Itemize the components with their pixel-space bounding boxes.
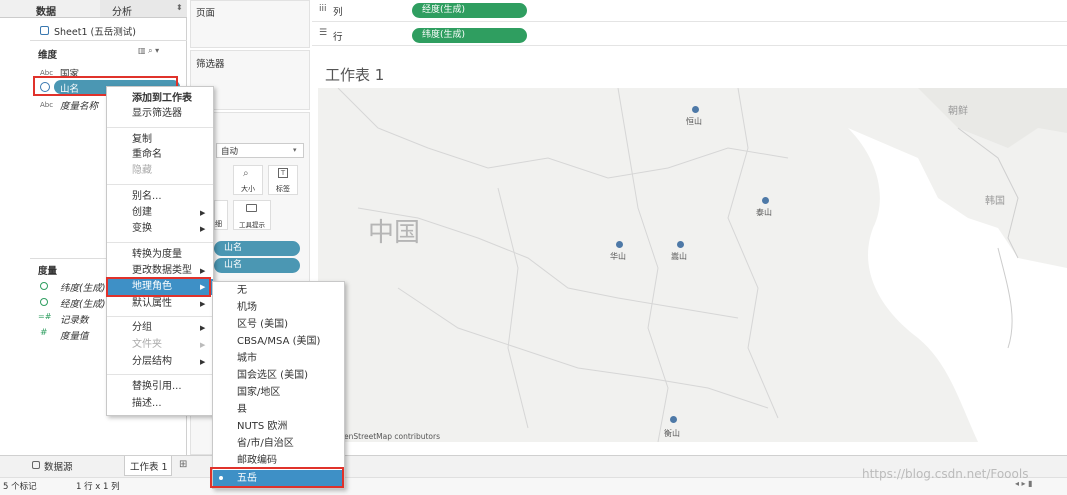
chevron-down-icon: ▾ [293, 146, 297, 154]
chevron-right-icon: ▶ [200, 341, 206, 349]
rows-pill-latitude[interactable]: 纬度(生成) [412, 28, 527, 43]
divider [30, 40, 187, 41]
map-marker-hengshan-north[interactable] [692, 106, 699, 113]
measure-field-latitude[interactable]: 纬度(生成) [60, 280, 105, 294]
dimension-field-measure-names[interactable]: 度量名称 [60, 98, 98, 112]
geo-role-nuts[interactable]: NUTS 欧洲 [213, 419, 344, 435]
size-icon: ⌕ [243, 168, 249, 179]
detail-pill-mountain-1[interactable]: 山名 [214, 241, 300, 256]
columns-label: 列 [333, 7, 343, 18]
highlight-box-geo-role [106, 277, 211, 297]
menu-item-create[interactable]: 创建 [107, 205, 213, 221]
menu-item-duplicate[interactable]: 复制 [107, 132, 213, 148]
watermark: https://blog.csdn.net/Foools [862, 467, 1029, 481]
dimensions-header: 维度 [38, 50, 58, 61]
datasource-tab[interactable]: 数据源 [44, 459, 73, 473]
abc-type-icon: Abc [40, 101, 54, 109]
geo-role-none[interactable]: 无 [213, 283, 344, 299]
geo-role-cbsa[interactable]: CBSA/MSA (美国) [213, 334, 344, 350]
country-label-south-korea: 韩国 [985, 196, 1005, 207]
country-label-north-korea: 朝鲜 [948, 106, 968, 117]
menu-separator [107, 316, 213, 317]
chevron-right-icon: ▶ [200, 209, 206, 217]
map-marker-huashan[interactable] [616, 241, 623, 248]
menu-separator [107, 184, 213, 185]
analytics-tab[interactable]: 分析 [100, 0, 187, 18]
menu-item-group[interactable]: 分组 [107, 320, 213, 336]
highlight-box-selected [210, 467, 344, 488]
map-view[interactable] [318, 88, 1067, 442]
detail-button[interactable]: 细 [214, 200, 228, 230]
map-marker-songshan[interactable] [677, 241, 684, 248]
measure-field-longitude[interactable]: 经度(生成) [60, 296, 105, 310]
map-background [318, 88, 1067, 442]
menu-item-transform[interactable]: 变换 [107, 221, 213, 237]
menu-separator [107, 127, 213, 128]
geo-role-city[interactable]: 城市 [213, 351, 344, 367]
geo-role-congressional-district[interactable]: 国会选区 (美国) [213, 368, 344, 384]
map-label: 嵩山 [671, 252, 687, 261]
pager-controls[interactable]: ◂ ▸ ▮ [1015, 479, 1033, 488]
columns-icon: iii [319, 4, 327, 14]
country-label-china: 中国 [368, 218, 421, 248]
dimensions-toolbar-icons[interactable]: ▥ ⌕ ▾ [138, 46, 159, 56]
menu-separator [107, 374, 213, 375]
menu-item-default-properties[interactable]: 默认属性 [107, 296, 213, 312]
chevron-right-icon: ▶ [200, 225, 206, 233]
data-source-name[interactable]: Sheet1 (五岳测试) [54, 24, 136, 38]
rows-label: 行 [333, 32, 343, 43]
geo-role-state[interactable]: 省/市/自治区 [213, 436, 344, 452]
map-marker-hengshan-south[interactable] [670, 416, 677, 423]
pane-menu-icon[interactable]: ⬍ [176, 3, 183, 12]
detail-pill-mountain-2[interactable]: 山名 [214, 258, 300, 273]
menu-item-add-to-sheet[interactable]: 添加到工作表 [107, 91, 213, 107]
new-sheet-icon[interactable]: ⊞ [179, 459, 187, 470]
menu-item-aliases[interactable]: 别名... [107, 189, 213, 205]
filters-label: 筛选器 [196, 59, 225, 70]
pages-label: 页面 [196, 8, 216, 19]
map-label: 华山 [610, 252, 626, 261]
measures-header: 度量 [38, 266, 58, 277]
menu-separator [107, 242, 213, 243]
rows-icon: ☰ [319, 28, 328, 38]
sheet-tab[interactable]: 工作表 1 [124, 456, 172, 476]
chevron-right-icon: ▶ [200, 300, 206, 308]
chevron-right-icon: ▶ [200, 324, 206, 332]
database-icon [40, 26, 49, 35]
map-label: 泰山 [756, 208, 772, 217]
tooltip-icon [246, 204, 257, 212]
menu-item-replace-references[interactable]: 替换引用... [107, 379, 213, 395]
chevron-right-icon: ▶ [200, 267, 206, 275]
measure-field-records[interactable]: 记录数 [60, 312, 89, 326]
menu-item-convert-to-measure[interactable]: 转换为度量 [107, 247, 213, 263]
chevron-right-icon: ▶ [200, 358, 206, 366]
sheet-title: 工作表 1 [325, 66, 385, 84]
map-attribution: enStreetMap contributors [344, 432, 440, 441]
map-marker-taishan[interactable] [762, 197, 769, 204]
geo-role-country[interactable]: 国家/地区 [213, 385, 344, 401]
number-type-icon: =# [38, 312, 52, 321]
rows-cols-count: 1 行 x 1 列 [76, 482, 120, 492]
label-icon: T [278, 168, 288, 178]
datasource-icon [32, 461, 40, 469]
data-tab[interactable]: 数据 [0, 0, 100, 18]
menu-item-rename[interactable]: 重命名 [107, 147, 213, 163]
marks-count: 5 个标记 [3, 482, 37, 492]
menu-item-describe[interactable]: 描述... [107, 396, 213, 412]
globe-icon [40, 298, 48, 306]
number-type-icon: # [40, 328, 48, 338]
geo-role-airport[interactable]: 机场 [213, 300, 344, 316]
menu-item-show-filter[interactable]: 显示筛选器 [107, 106, 213, 122]
menu-item-folder[interactable]: 文件夹 [107, 337, 213, 353]
mark-type-dropdown[interactable]: 自动 [216, 143, 304, 158]
map-label: 恒山 [686, 117, 702, 126]
geo-role-area-code[interactable]: 区号 (美国) [213, 317, 344, 333]
geo-role-county[interactable]: 县 [213, 402, 344, 418]
menu-item-hierarchy[interactable]: 分层结构 [107, 354, 213, 370]
menu-item-hide[interactable]: 隐藏 [107, 163, 213, 179]
columns-pill-longitude[interactable]: 经度(生成) [412, 3, 527, 18]
globe-icon [40, 282, 48, 290]
measure-field-values[interactable]: 度量值 [60, 328, 89, 342]
map-label: 衡山 [664, 429, 680, 438]
